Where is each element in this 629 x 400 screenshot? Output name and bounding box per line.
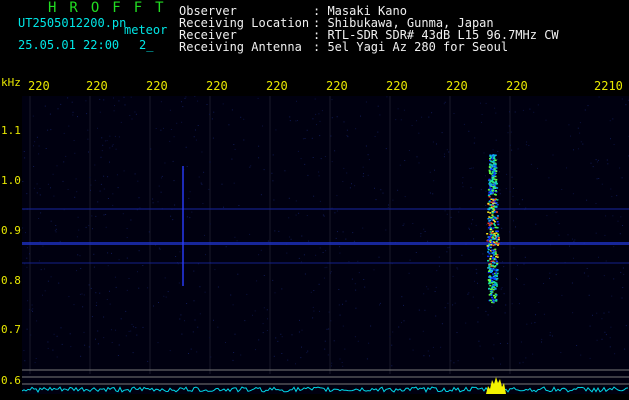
x-tick-label: 220 xyxy=(86,79,108,93)
y-tick-label: 0.9 xyxy=(1,224,21,237)
y-tick-label: 1.0 xyxy=(1,174,21,187)
detection-tag: meteor xyxy=(124,23,168,37)
y-tick-label: 0.7 xyxy=(1,323,21,336)
x-tick-label: 220 xyxy=(386,79,408,93)
detection-counter: 2_ xyxy=(139,38,154,52)
app-title: HROFFT xyxy=(48,0,177,16)
info-value-antenna: : 5el Yagi Az 280 for Seoul xyxy=(313,40,509,54)
y-tick-label: 0.6 xyxy=(1,374,21,387)
y-tick-label: 1.1 xyxy=(1,124,21,137)
info-label-antenna: Receiving Antenna xyxy=(179,40,302,54)
file-name: UT2505012200.pn xyxy=(18,16,127,30)
spectrogram-plot xyxy=(22,96,629,394)
x-tick-label: 220 xyxy=(28,79,50,93)
x-tick-label: 220 xyxy=(206,79,228,93)
x-tick-label: 220 xyxy=(506,79,528,93)
x-tick-label: 220 xyxy=(326,79,348,93)
x-tick-label: 2210 xyxy=(594,79,623,93)
y-tick-label: 0.8 xyxy=(1,274,21,287)
x-tick-label: 220 xyxy=(446,79,468,93)
x-tick-label: 220 xyxy=(266,79,288,93)
y-axis-unit: kHz xyxy=(1,76,21,89)
date-time: 25.05.01 22:00 xyxy=(18,38,120,52)
x-tick-label: 220 xyxy=(146,79,168,93)
